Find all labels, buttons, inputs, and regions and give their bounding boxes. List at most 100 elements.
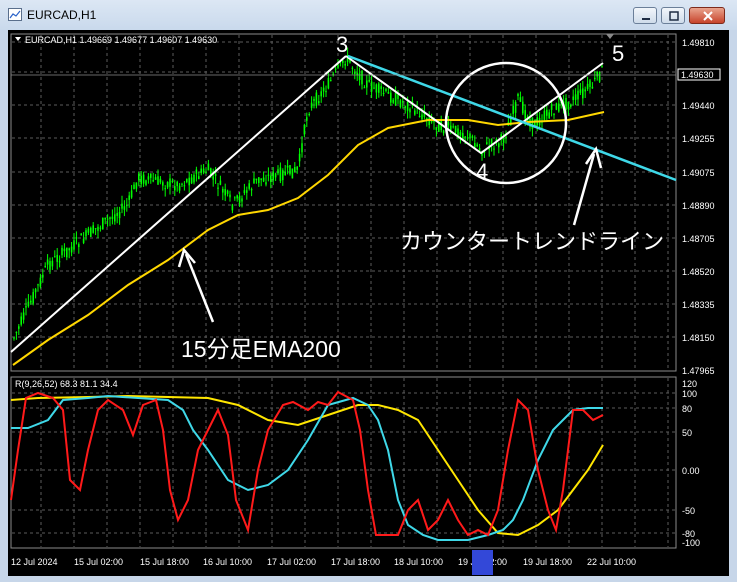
candle-body xyxy=(66,247,68,258)
time-tick-label: 12 Jul 2024 xyxy=(11,557,58,567)
uptrend-line xyxy=(10,55,347,353)
candle-body xyxy=(574,94,577,100)
candle-body xyxy=(270,175,272,182)
candle-body xyxy=(294,166,296,172)
candle-body xyxy=(262,177,265,182)
indicator-tick-label: -50 xyxy=(682,506,695,516)
candle-body xyxy=(253,178,255,184)
price-tick-label: 1.48890 xyxy=(682,201,715,211)
candle-body xyxy=(322,87,325,92)
candle-body xyxy=(169,178,171,187)
time-axis: 12 Jul 2024 15 Jul 02:00 15 Jul 18:00 16 Ju… xyxy=(11,557,636,567)
close-button[interactable] xyxy=(689,7,725,24)
wave-4-label: 4 xyxy=(476,159,488,184)
candle-body xyxy=(174,186,176,191)
candle-body xyxy=(308,114,310,116)
candle-body xyxy=(310,102,313,108)
price-tick-label: 1.48335 xyxy=(682,300,715,310)
indicator-tick-label: 100 xyxy=(682,389,697,399)
candle-body xyxy=(145,180,147,185)
candle-body xyxy=(246,190,248,193)
candle-body xyxy=(236,195,238,199)
candle-body xyxy=(37,284,39,286)
candle-body xyxy=(61,247,63,256)
shift-marker-icon[interactable] xyxy=(606,34,614,39)
candle-body xyxy=(128,195,130,200)
candle-body xyxy=(454,125,457,133)
candle-body xyxy=(433,121,435,123)
time-tick-label: 15 Jul 18:00 xyxy=(140,557,189,567)
maximize-icon xyxy=(669,11,679,21)
minimize-button[interactable] xyxy=(633,7,657,24)
time-tick-label: 15 Jul 02:00 xyxy=(74,557,123,567)
candle-body xyxy=(159,178,162,183)
candle-body xyxy=(354,71,356,75)
candle-body xyxy=(459,132,462,136)
candle-body xyxy=(178,185,181,191)
time-tick-label: 22 Jul 10:00 xyxy=(587,557,636,567)
candle-body xyxy=(505,136,507,138)
candle-body xyxy=(524,110,526,119)
candle-body xyxy=(18,326,20,329)
candle-body xyxy=(435,127,438,130)
candle-body xyxy=(123,206,126,210)
candle-body xyxy=(394,92,397,106)
collapse-triangle-icon[interactable] xyxy=(15,37,21,41)
chart-area[interactable]: 3 4 5 カウンタートレンドライン 15分足EMA200 EURCAD,H1 … xyxy=(8,30,729,576)
current-price-label: 1.49630 xyxy=(681,70,714,80)
candle-body xyxy=(176,181,178,187)
candle-body xyxy=(30,300,32,303)
indicator-tick-label: 120 xyxy=(682,379,697,389)
candle-body xyxy=(567,101,570,110)
maximize-button[interactable] xyxy=(661,7,685,24)
candle-body xyxy=(25,305,27,308)
indicator-tick-label: -100 xyxy=(682,538,700,548)
candle-body xyxy=(387,91,390,94)
candle-body xyxy=(116,213,118,216)
candle-body xyxy=(442,130,445,134)
candle-body xyxy=(260,178,262,180)
candle-body xyxy=(368,79,370,82)
candle-body xyxy=(130,190,133,198)
title-bar: EURCAD,H1 xyxy=(0,0,737,30)
candle-body xyxy=(306,117,308,121)
candle-body xyxy=(44,265,46,268)
candle-body xyxy=(94,228,97,230)
candle-body xyxy=(284,171,286,176)
candle-body xyxy=(250,189,253,191)
candle-body xyxy=(202,168,205,173)
time-tick-label: 16 Jul 10:00 xyxy=(203,557,252,567)
candle-body xyxy=(399,100,402,108)
candle-body xyxy=(267,174,270,176)
price-header: EURCAD,H1 1.49669 1.49677 1.49607 1.4963… xyxy=(25,35,217,45)
wave-3-label: 3 xyxy=(336,32,348,57)
candle-body xyxy=(171,180,174,182)
candle-body xyxy=(392,99,394,103)
candle-body xyxy=(301,143,303,153)
candle-body xyxy=(390,92,392,103)
candles xyxy=(13,47,603,341)
candle-body xyxy=(601,66,603,68)
candle-body xyxy=(150,173,152,178)
countertrend-label: カウンタートレンドライン xyxy=(400,229,664,254)
period-separator-marker[interactable] xyxy=(472,550,493,575)
candle-body xyxy=(193,174,195,183)
candle-body xyxy=(102,217,104,230)
candle-body xyxy=(195,169,198,174)
price-panel-border xyxy=(10,33,677,372)
price-tick-label: 1.48705 xyxy=(682,234,715,244)
candle-body xyxy=(70,246,73,253)
time-tick-label: 17 Jul 18:00 xyxy=(331,557,380,567)
candle-body xyxy=(320,91,322,97)
candle-body xyxy=(570,104,572,107)
candle-body xyxy=(255,178,258,181)
candle-body xyxy=(361,70,363,85)
candle-body xyxy=(409,108,411,113)
candle-body xyxy=(82,238,85,243)
candle-body xyxy=(106,218,109,220)
candle-body xyxy=(519,97,522,102)
candle-body xyxy=(90,227,92,237)
candle-body xyxy=(274,173,277,178)
close-icon xyxy=(703,11,713,21)
candle-body xyxy=(198,176,200,180)
